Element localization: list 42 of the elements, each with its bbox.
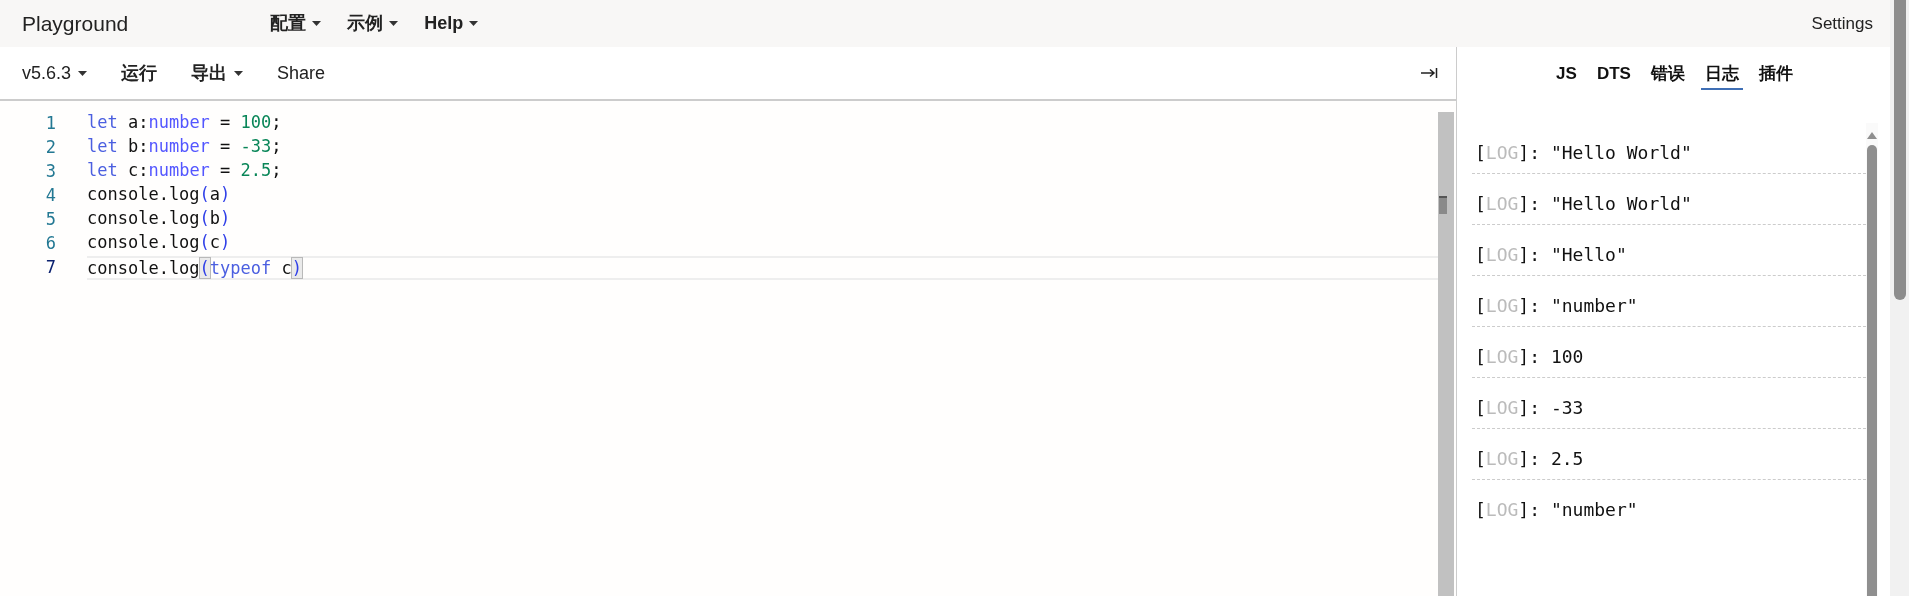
caret-icon bbox=[312, 21, 322, 26]
log-entry: [LOG]: "number" bbox=[1474, 498, 1639, 522]
line-number: 4 bbox=[44, 184, 56, 208]
code-line: console.log(b) bbox=[87, 208, 232, 230]
settings-link[interactable]: Settings bbox=[1811, 8, 1873, 39]
editor-scrollbar[interactable] bbox=[1438, 112, 1454, 596]
arrow-to-bar-icon[interactable] bbox=[1420, 67, 1438, 79]
line-number: 3 bbox=[44, 160, 56, 184]
page-scrollbar[interactable] bbox=[1890, 0, 1909, 596]
line-number: 2 bbox=[44, 136, 56, 160]
panel-tab[interactable]: 错误 bbox=[1646, 58, 1689, 90]
code-line: let a:number = 100; bbox=[87, 112, 283, 134]
caret-icon bbox=[389, 21, 399, 26]
caret-icon bbox=[234, 70, 244, 76]
code-line: console.log(typeof c) bbox=[87, 256, 1438, 280]
line-number: 7 bbox=[44, 256, 56, 280]
menu-dropdown[interactable]: 配置 bbox=[270, 8, 322, 39]
line-number: 5 bbox=[44, 208, 56, 232]
toolbar-dropdown[interactable]: 导出 bbox=[191, 57, 244, 89]
code-line: let c:number = 2.5; bbox=[87, 160, 283, 182]
panel-tab[interactable]: DTS bbox=[1592, 58, 1635, 90]
caret-icon bbox=[469, 21, 479, 26]
panel-tab[interactable]: JS bbox=[1552, 58, 1581, 90]
toolbar-button[interactable]: 运行 bbox=[121, 57, 158, 89]
menu-dropdown[interactable]: Help bbox=[424, 8, 479, 39]
menu-dropdown[interactable]: 示例 bbox=[347, 8, 399, 39]
log-scrollbar[interactable] bbox=[1866, 123, 1878, 596]
caret-icon bbox=[78, 70, 88, 76]
toolbar-button[interactable]: Share bbox=[277, 57, 326, 89]
code-line: let b:number = -33; bbox=[87, 136, 283, 158]
toolbar-dropdown[interactable]: v5.6.3 bbox=[22, 57, 88, 89]
scrollbar-thumb[interactable] bbox=[1893, 0, 1906, 300]
app-title: Playground bbox=[22, 10, 129, 37]
line-number: 6 bbox=[44, 232, 56, 256]
scrollbar-marker bbox=[1439, 196, 1447, 214]
code-line: console.log(a) bbox=[87, 184, 232, 206]
panel-tab[interactable]: 插件 bbox=[1754, 58, 1797, 90]
code-line: console.log(c) bbox=[87, 232, 232, 254]
line-number: 1 bbox=[44, 112, 56, 136]
scroll-up-icon[interactable] bbox=[1867, 132, 1877, 139]
panel-tab[interactable]: 日志 bbox=[1700, 58, 1743, 90]
scrollbar-thumb[interactable] bbox=[1867, 145, 1877, 596]
